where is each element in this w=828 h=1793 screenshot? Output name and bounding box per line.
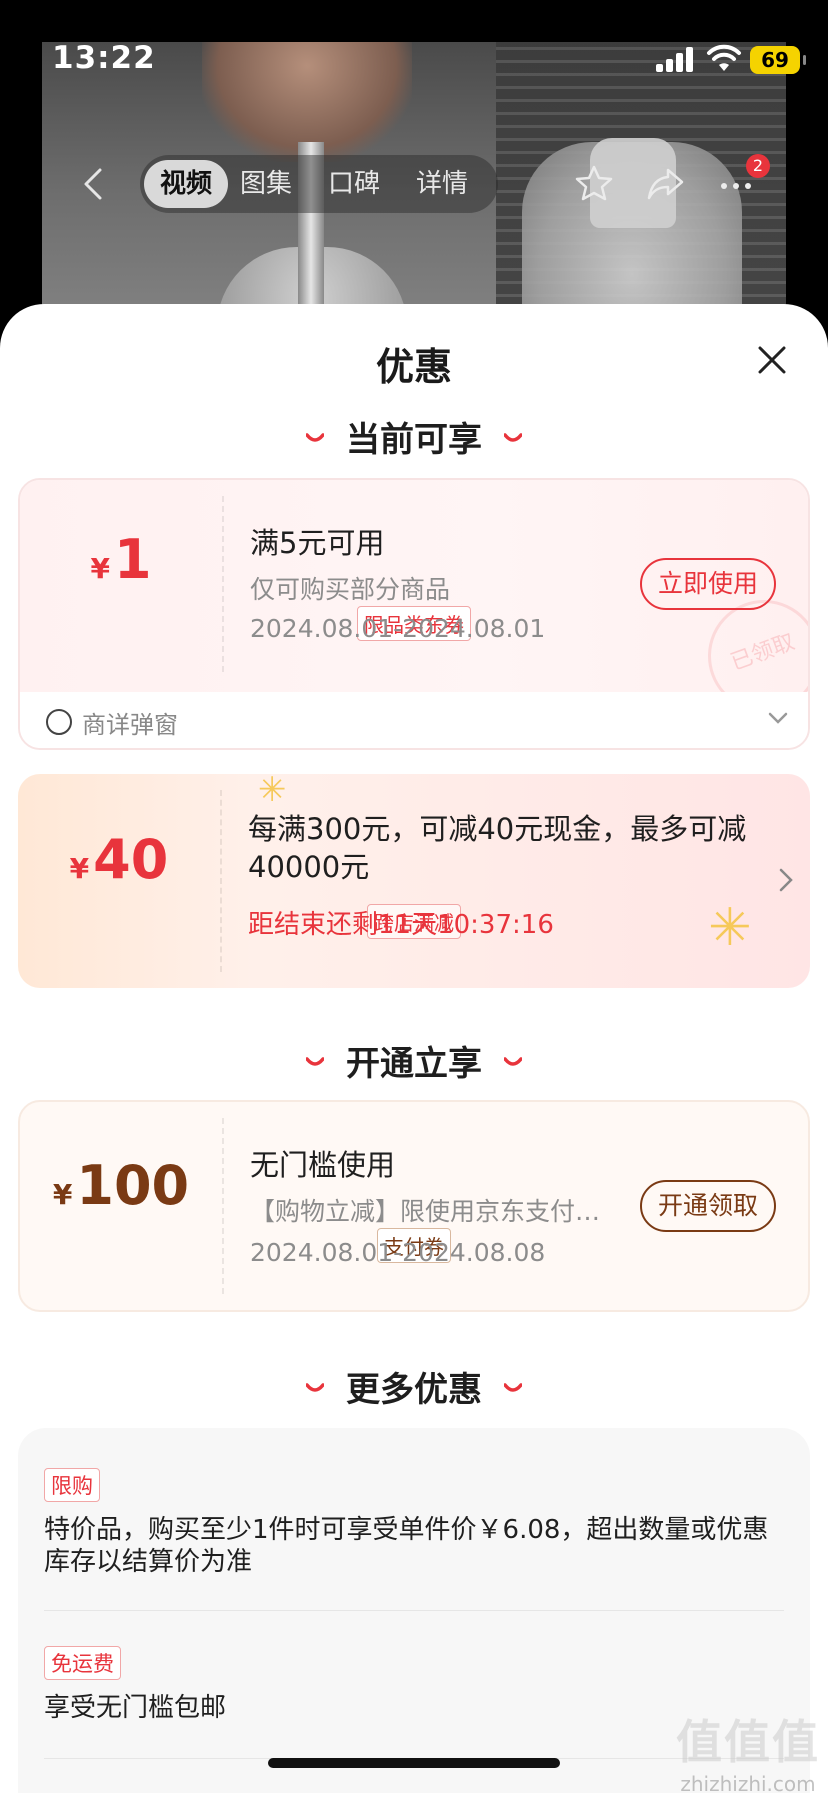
list-divider — [44, 1610, 784, 1611]
section-activate-label: 开通立享 — [346, 1044, 482, 1084]
coupon-amount: ¥100 — [52, 1154, 190, 1217]
smile-decoration-icon — [504, 1056, 522, 1066]
coupon-cross-store[interactable]: ✳ ✳ ¥40 跨店满减 每满300元，可减40元现金，最多可减40000元 距… — [18, 774, 810, 988]
use-now-button[interactable]: 立即使用 — [640, 558, 777, 610]
status-time: 13:22 — [52, 40, 156, 76]
section-title-activate: 开通立享 — [0, 1036, 828, 1085]
promo-tag: 限购 — [44, 1468, 100, 1502]
discount-sheet: 优惠 当前可享 ¥1 限品类东券 满5元可用 仅可购买部分商品 2024.08.… — [0, 304, 828, 1793]
coupon-validity: 2024.08.01-2024.08.08 — [250, 1238, 546, 1267]
section-current-label: 当前可享 — [346, 420, 482, 460]
smile-decoration-icon — [504, 1382, 522, 1392]
battery-indicator: 69 — [750, 46, 806, 74]
coupon-description: 【购物立减】限使用京东支付… — [250, 1197, 601, 1226]
coupon-description: 仅可购买部分商品 — [250, 575, 451, 604]
promo-tag: 免运费 — [44, 1646, 121, 1680]
coupon-validity: 2024.08.01-2024.08.01 — [250, 614, 546, 643]
section-title-current: 当前可享 — [0, 412, 828, 461]
coupon-footer-label: 商详弹窗 — [82, 711, 178, 739]
home-indicator[interactable] — [268, 1758, 560, 1768]
product-navbar: 视频 图集 口碑 详情 2 — [42, 150, 786, 220]
tab-video[interactable]: 视频 — [144, 160, 229, 208]
coupon-amount: ¥40 — [69, 828, 169, 891]
chevron-down-icon — [768, 712, 788, 724]
notification-badge: 2 — [746, 154, 770, 178]
ticket-icon — [46, 709, 72, 735]
activate-claim-button[interactable]: 开通领取 — [640, 1180, 777, 1232]
coupon-footer[interactable]: 商详弹窗 — [20, 692, 808, 748]
sheet-title: 优惠 — [375, 345, 452, 389]
smile-decoration-icon — [306, 432, 324, 442]
coupon-divider — [222, 496, 224, 672]
section-more-label: 更多优惠 — [346, 1370, 482, 1410]
smile-decoration-icon — [504, 432, 522, 442]
signal-icon — [656, 46, 696, 72]
coupon-amount: ¥1 — [90, 528, 152, 591]
chevron-right-icon — [779, 868, 793, 892]
watermark: 值值值 zhizhizhi.com — [676, 1715, 820, 1793]
promo-text: 享受无门槛包邮 — [44, 1693, 227, 1723]
coupon-title: 无门槛使用 — [250, 1148, 396, 1182]
tab-reviews[interactable]: 口碑 — [328, 155, 380, 213]
media-tabs: 视频 图集 口碑 详情 — [140, 155, 498, 213]
coupon-category-jd: ¥1 限品类东券 满5元可用 仅可购买部分商品 2024.08.01-2024.… — [18, 478, 810, 750]
smile-decoration-icon — [306, 1056, 324, 1066]
sparkle-icon: ✳ — [708, 898, 752, 958]
tab-details[interactable]: 详情 — [416, 155, 468, 213]
promo-text: 特价品，购买至少1件时可享受单件价￥6.08，超出数量或优惠库存以结算价为准 — [44, 1515, 769, 1577]
chevron-left-icon — [84, 168, 102, 200]
coupon-title: 满5元可用 — [250, 526, 385, 560]
tab-gallery[interactable]: 图集 — [240, 155, 292, 213]
sparkle-icon: ✳ — [258, 774, 287, 810]
close-icon[interactable] — [752, 340, 792, 380]
coupon-title: 每满300元，可减40元现金，最多可减40000元 — [248, 812, 747, 884]
section-title-more: 更多优惠 — [0, 1362, 828, 1411]
countdown-timer: 距结束还剩11天10:37:16 — [248, 910, 554, 940]
wifi-icon — [707, 44, 741, 71]
back-button[interactable] — [72, 162, 116, 206]
coupon-divider — [222, 1118, 224, 1294]
share-icon[interactable] — [644, 162, 688, 206]
status-bar: 13:22 69 — [0, 0, 828, 120]
smile-decoration-icon — [306, 1382, 324, 1392]
star-icon[interactable] — [572, 162, 616, 206]
coupon-payment: ¥100 支付券 无门槛使用 【购物立减】限使用京东支付… 2024.08.01… — [18, 1100, 810, 1312]
coupon-divider — [220, 790, 222, 972]
